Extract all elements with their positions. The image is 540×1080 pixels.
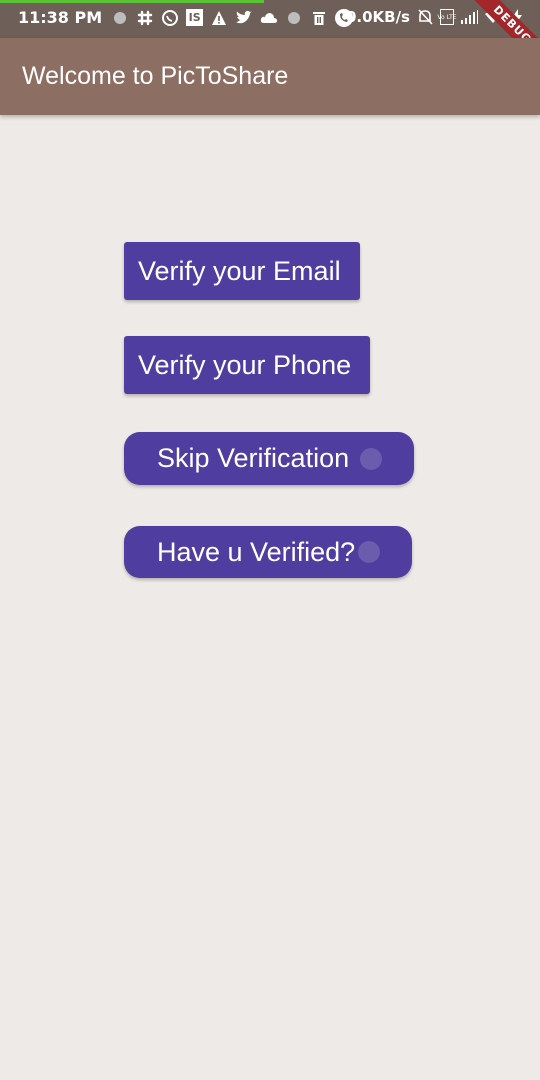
twitter-icon <box>235 9 253 27</box>
verify-phone-label: Verify your Phone <box>138 349 352 380</box>
skip-verification-button[interactable]: Skip Verification <box>124 432 414 485</box>
dot-icon <box>111 9 129 27</box>
skip-verification-label: Skip Verification <box>157 443 350 473</box>
app-title: Welcome to PicToShare <box>22 62 289 90</box>
cloud-icon <box>260 9 278 27</box>
volte-text: Vo LTE <box>437 13 457 21</box>
have-verified-label: Have u Verified? <box>157 536 356 567</box>
whatsapp-icon <box>161 9 179 27</box>
app-bar: Welcome to PicToShare <box>0 38 540 115</box>
verify-email-label: Verify your Email <box>138 255 341 286</box>
ripple-indicator <box>360 448 382 470</box>
status-right: 0.0KB/s Vo LTE <box>346 8 526 26</box>
verify-phone-button[interactable]: Verify your Phone <box>124 336 370 394</box>
ripple-indicator <box>358 541 380 563</box>
verify-email-button[interactable]: Verify your Email <box>124 242 360 300</box>
charging-icon <box>508 8 526 26</box>
delete-icon <box>310 9 328 27</box>
signal-icon <box>460 8 478 26</box>
bell-off-icon <box>416 8 434 26</box>
is-icon-text: IS <box>188 11 201 24</box>
status-bar: 11:38 PM IS 0.0KB/s Vo LTE <box>0 0 540 38</box>
status-time: 11:38 PM <box>18 8 103 27</box>
net-speed: 0.0KB/s <box>345 8 410 26</box>
status-left: 11:38 PM IS <box>18 8 354 27</box>
warning-icon <box>210 9 228 27</box>
slack-icon <box>136 9 154 27</box>
wifi-icon <box>484 8 502 26</box>
dot-icon <box>285 9 303 27</box>
volte-icon: Vo LTE <box>437 9 457 25</box>
is-icon: IS <box>186 9 204 26</box>
status-progress-bar <box>0 0 264 3</box>
have-verified-button[interactable]: Have u Verified? <box>124 526 412 578</box>
